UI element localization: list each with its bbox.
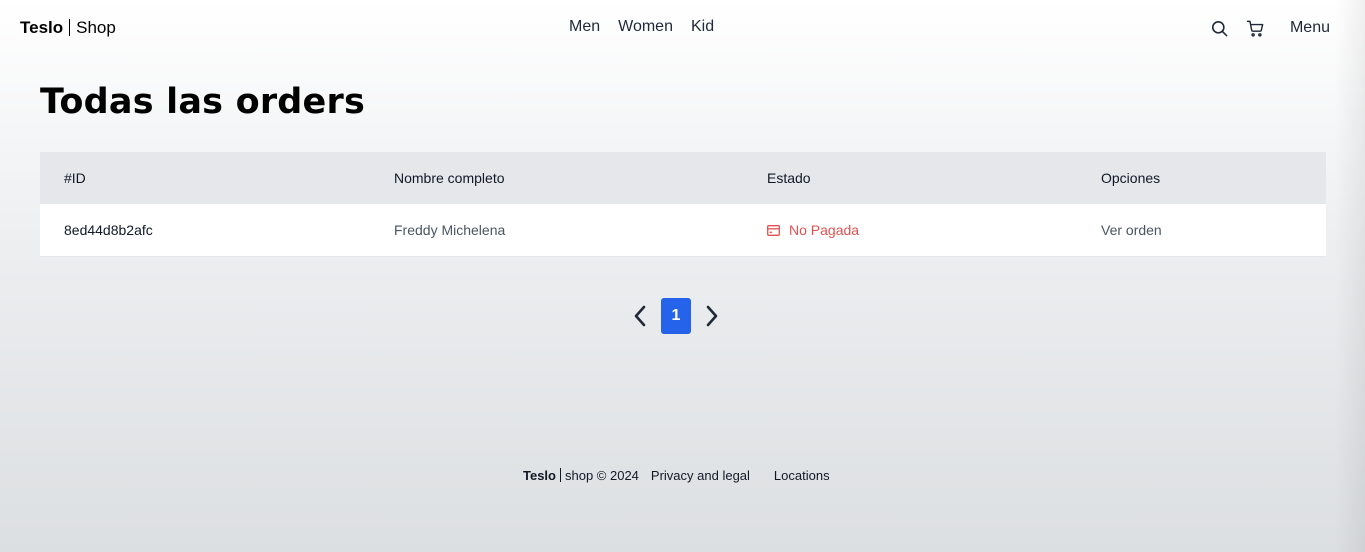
chevron-left-icon[interactable] [625, 298, 655, 334]
order-id: 8ed44d8b2afc [64, 222, 153, 238]
column-header-name: Nombre completo [394, 170, 505, 186]
footer-brand-divider [560, 468, 561, 482]
nav-link-women[interactable]: Women [609, 18, 682, 36]
cart-icon[interactable] [1244, 16, 1268, 40]
orders-table: #ID Nombre completo Estado Opciones 8ed4… [40, 152, 1326, 257]
footer-link-privacy[interactable]: Privacy and legal [651, 468, 750, 483]
menu-button[interactable]: Menu [1290, 19, 1330, 37]
brand-logo-link[interactable]: Teslo Shop [20, 18, 116, 38]
customer-name: Freddy Michelena [394, 222, 506, 238]
brand-divider [69, 19, 71, 36]
payment-status: No Pagada [767, 222, 859, 238]
search-icon[interactable] [1208, 16, 1232, 40]
nav-link-kid[interactable]: Kid [682, 18, 723, 36]
credit-card-icon [767, 224, 780, 236]
category-nav: Men Women Kid [560, 18, 723, 36]
footer-brand-name: Teslo [523, 468, 556, 483]
page-edge-shade [1335, 0, 1365, 552]
top-navbar: Teslo Shop Men Women Kid Menu [0, 0, 1365, 56]
footer-brand: Teslo shop © 2024 [523, 468, 639, 483]
page-title: Todas las orders [40, 82, 365, 122]
page-button-current[interactable]: 1 [661, 298, 691, 334]
table-row: 8ed44d8b2afc Freddy Michelena No Pagada … [40, 204, 1326, 257]
column-header-status: Estado [767, 170, 811, 186]
footer: Teslo shop © 2024 Privacy and legal Locat… [523, 468, 830, 483]
nav-link-men[interactable]: Men [560, 18, 609, 36]
column-header-options: Opciones [1101, 170, 1161, 186]
header-actions: Menu [1196, 16, 1330, 40]
pagination: 1 [625, 298, 727, 334]
chevron-right-icon[interactable] [697, 298, 727, 334]
footer-link-locations[interactable]: Locations [774, 468, 830, 483]
table-header-row: #ID Nombre completo Estado Opciones [40, 152, 1326, 204]
view-order-link[interactable]: Ver orden [1101, 222, 1162, 238]
brand-suffix: Shop [76, 18, 116, 37]
column-header-id: #ID [64, 170, 86, 186]
brand-name: Teslo [20, 18, 64, 37]
footer-copyright: shop © 2024 [565, 468, 639, 483]
payment-status-label: No Pagada [789, 222, 860, 238]
